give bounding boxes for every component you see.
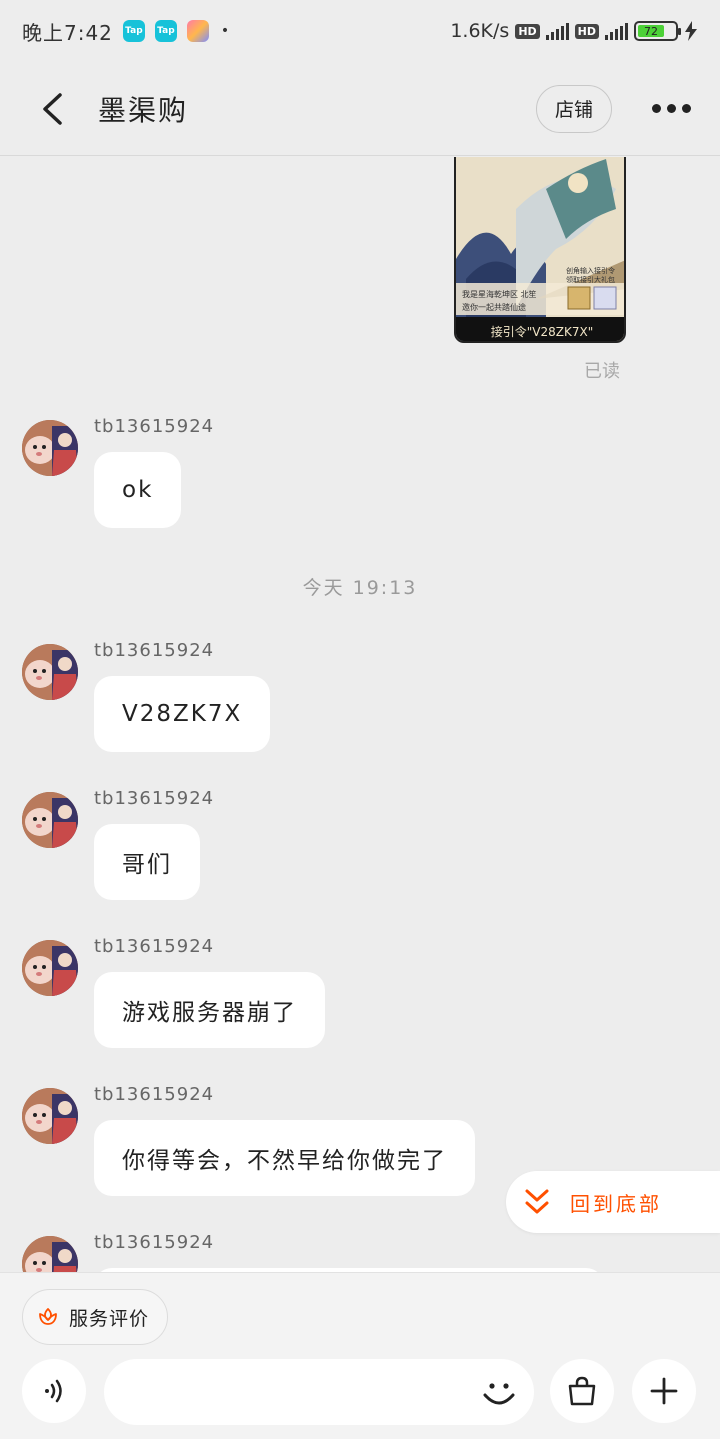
invite-code-banner: 接引令"V28ZK7X" <box>491 324 593 339</box>
sender-name: tb13615924 <box>94 640 215 661</box>
service-rating-button[interactable]: 服务评价 <box>22 1289 169 1345</box>
time-divider: 今天 19:13 <box>302 577 418 599</box>
hd-badge-2: HD <box>574 23 599 39</box>
battery-icon: 72 <box>634 21 681 41</box>
avatar[interactable] <box>22 644 78 700</box>
message-bubble[interactable]: 哥们 <box>94 824 200 900</box>
message-bubble[interactable]: V28ZK7X <box>94 676 271 752</box>
game-center-icon <box>186 20 209 42</box>
double-chevron-down-icon <box>525 1189 549 1214</box>
voice-icon[interactable] <box>22 1359 86 1423</box>
sender-name: tb13615924 <box>94 936 215 957</box>
game-poster-image: 我是星海乾坤区 北笙 邀你一起共踏仙途 创角输入接引令 领取接引大礼包 接引令"… <box>456 157 624 341</box>
emoji-icon[interactable] <box>474 1368 524 1418</box>
store-button[interactable]: 店铺 <box>535 84 612 133</box>
avatar[interactable] <box>22 1236 78 1272</box>
message-bubble[interactable]: ok <box>94 452 182 528</box>
battery-level: 72 <box>638 25 664 38</box>
network-speed: 1.6K/s <box>450 20 510 42</box>
avatar[interactable] <box>22 1088 78 1144</box>
chat-messages[interactable]: 我是星海乾坤区 北笙 邀你一起共踏仙途 创角输入接引令 领取接引大礼包 接引令"… <box>0 157 720 1272</box>
taptap-icon: Tap <box>122 20 145 42</box>
message-input[interactable] <box>104 1359 534 1425</box>
signal-icon-2 <box>605 22 628 40</box>
poster-caption-2: 邀你一起共踏仙途 <box>462 302 526 312</box>
notification-dot: • <box>220 23 230 39</box>
message-bubble[interactable]: 你得等会，不然早给你做完了 <box>94 1120 475 1196</box>
image-message[interactable]: 我是星海乾坤区 北笙 邀你一起共踏仙途 创角输入接引令 领取接引大礼包 接引令"… <box>454 157 626 343</box>
signal-icon <box>545 22 569 40</box>
scroll-to-bottom-label: 回到底部 <box>570 1191 662 1216</box>
scroll-to-bottom-button[interactable]: 回到底部 <box>506 1171 720 1233</box>
sender-name: tb13615924 <box>94 416 215 437</box>
input-bar: 服务评价 <box>0 1272 720 1439</box>
service-rating-label: 服务评价 <box>69 1307 150 1330</box>
poster-caption-1: 我是星海乾坤区 北笙 <box>462 289 537 299</box>
chat-header: 墨渠购 店铺 <box>0 62 720 156</box>
avatar[interactable] <box>22 792 78 848</box>
sender-name: tb13615924 <box>94 788 215 809</box>
status-time: 晚上7:42 <box>22 20 113 45</box>
taptap-icon-2: Tap <box>154 20 177 42</box>
page-title: 墨渠购 <box>98 93 189 127</box>
avatar[interactable] <box>22 420 78 476</box>
sender-name: tb13615924 <box>94 1232 215 1253</box>
message-bubble[interactable]: 游戏服务器崩了 <box>94 972 325 1048</box>
avatar[interactable] <box>22 940 78 996</box>
poster-side-1: 创角输入接引令 <box>566 266 615 275</box>
service-rating-icon <box>39 1308 57 1325</box>
charging-icon <box>685 21 697 41</box>
poster-side-2: 领取接引大礼包 <box>566 275 615 284</box>
plus-icon[interactable] <box>632 1359 696 1423</box>
read-status: 已读 <box>584 361 620 382</box>
back-arrow-icon[interactable] <box>22 79 82 139</box>
sender-name: tb13615924 <box>94 1084 215 1105</box>
more-dots-icon[interactable] <box>636 104 706 113</box>
shopping-bag-icon[interactable] <box>550 1359 614 1423</box>
hd-badge: HD <box>515 23 540 39</box>
status-bar: 晚上7:42 Tap Tap • 1.6K/s HD HD 72 <box>0 0 720 62</box>
